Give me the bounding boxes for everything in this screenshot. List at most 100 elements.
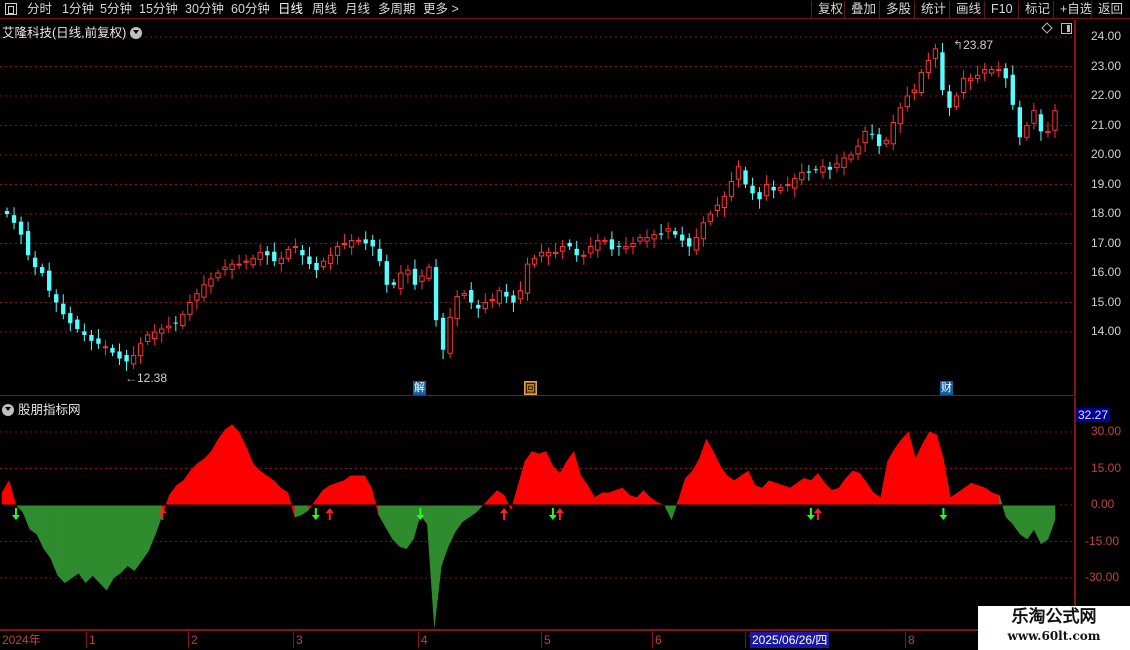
indicator-negative-area — [434, 504, 442, 627]
period-tab-more[interactable]: 更多 > — [423, 1, 459, 18]
mark-button[interactable]: 标记 — [1018, 1, 1050, 18]
candle-body — [433, 267, 439, 321]
indicator-positive-area — [915, 444, 923, 506]
price-axis-label: 17.00 — [1091, 235, 1122, 250]
indicator-negative-area — [1005, 504, 1014, 526]
candle-body — [419, 275, 425, 282]
unlock-event-tag[interactable]: 解 — [413, 381, 426, 395]
chevron-down-icon[interactable] — [130, 27, 143, 39]
period-tab-30min[interactable]: 30分钟 — [185, 1, 224, 18]
indicator-negative-area — [127, 504, 135, 572]
date-tick: 1 — [86, 632, 96, 648]
period-tab-monthly[interactable]: 月线 — [345, 1, 370, 18]
panel-toggle-icon[interactable] — [1061, 23, 1072, 34]
candle-body — [257, 251, 263, 260]
period-tab-5min[interactable]: 5分钟 — [100, 1, 132, 18]
candle-body — [925, 60, 932, 73]
indicator-positive-area — [482, 497, 491, 506]
period-tab-timeshare[interactable]: 分时 — [27, 1, 52, 18]
indicator-positive-area — [252, 463, 261, 506]
indicator-positive-area — [768, 480, 777, 506]
chevron-down-icon[interactable] — [2, 404, 14, 416]
candle-body — [890, 122, 896, 145]
indicator-positive-area — [726, 475, 735, 506]
indicator-positive-area — [266, 475, 275, 506]
price-axis-label: 15.00 — [1091, 294, 1122, 309]
indicator-negative-area — [462, 504, 470, 523]
back-button[interactable]: 返回 — [1091, 1, 1123, 18]
indicator-positive-area — [720, 465, 728, 506]
indicator-positive-area — [190, 463, 198, 506]
overlay-button[interactable]: 叠加 — [844, 1, 876, 18]
window-menu-icon[interactable] — [5, 3, 17, 15]
period-tab-multi[interactable]: 多周期 — [378, 1, 416, 18]
indicator-positive-area — [978, 485, 986, 506]
stock-title: 艾隆科技(日线,前复权) — [2, 26, 127, 40]
candle-body — [292, 245, 299, 248]
candle-body — [581, 254, 587, 257]
candle-body — [489, 299, 495, 302]
indicator-positive-area — [315, 489, 324, 506]
period-tab-15min[interactable]: 15分钟 — [139, 1, 178, 18]
date-tick: 2 — [188, 632, 198, 648]
candle-body — [735, 166, 742, 180]
candle-body — [265, 251, 270, 256]
multi-stock-button[interactable]: 多股 — [879, 1, 911, 18]
indicator-negative-area — [1012, 504, 1021, 535]
candle-body — [25, 231, 31, 256]
indicator-negative-area — [106, 504, 114, 592]
candle-body — [496, 290, 503, 304]
indicator-negative-area — [1047, 504, 1056, 540]
candle-body — [820, 166, 826, 173]
indicator-positive-area — [371, 487, 379, 515]
indicator-positive-area — [629, 494, 637, 506]
add-watchlist-button[interactable]: +自选 — [1053, 1, 1092, 18]
period-tab-daily[interactable]: 日线 — [278, 1, 303, 18]
draw-line-button[interactable]: 画线 — [949, 1, 981, 18]
indicator-negative-area — [385, 504, 393, 541]
indicator-chart[interactable] — [0, 397, 1075, 630]
indicator-positive-area — [636, 489, 644, 506]
buy-signal-arrow — [555, 508, 564, 520]
indicator-positive-area — [552, 465, 561, 506]
candle-body — [750, 185, 755, 194]
candle-body — [47, 270, 52, 291]
buyback-event-tag[interactable]: 回 — [524, 381, 537, 395]
f10-button[interactable]: F10 — [984, 1, 1013, 18]
sell-signal-arrow — [311, 508, 320, 520]
candle-body — [469, 290, 474, 303]
period-tab-weekly[interactable]: 周线 — [312, 1, 337, 18]
indicator-positive-area — [817, 472, 826, 506]
candle-body — [574, 248, 579, 256]
statistics-button[interactable]: 统计 — [914, 1, 946, 18]
candle-body — [243, 260, 249, 263]
indicator-positive-area — [796, 477, 805, 506]
candle-body — [461, 293, 467, 296]
sell-signal-arrow — [548, 508, 557, 520]
earnings-event-tag[interactable]: 财 — [940, 381, 953, 395]
period-tab-60min[interactable]: 60分钟 — [231, 1, 270, 18]
candle-body — [110, 347, 115, 353]
indicator-negative-area — [1019, 504, 1028, 540]
candlestick-chart[interactable] — [0, 20, 1075, 396]
indicator-negative-area — [29, 504, 38, 535]
candle-body — [673, 231, 678, 235]
candle-body — [61, 303, 66, 315]
candle-body — [398, 272, 404, 289]
fuquan-button[interactable]: 复权 — [811, 1, 843, 18]
candle-body — [363, 239, 368, 244]
candle-body — [102, 346, 109, 349]
indicator-negative-area — [71, 504, 79, 579]
candle-body — [405, 269, 411, 275]
candle-body — [897, 107, 903, 125]
candle-body — [658, 233, 664, 235]
indicator-negative-area — [420, 504, 428, 526]
indicator-positive-area — [908, 431, 916, 506]
indicator-positive-area — [280, 487, 289, 506]
date-tick: 3 — [293, 632, 303, 648]
indicator-negative-area — [50, 504, 59, 576]
indicator-negative-area — [36, 504, 45, 549]
period-tab-1min[interactable]: 1分钟 — [62, 1, 94, 18]
price-axis-label: 19.00 — [1091, 176, 1122, 191]
candle-body — [384, 261, 389, 285]
